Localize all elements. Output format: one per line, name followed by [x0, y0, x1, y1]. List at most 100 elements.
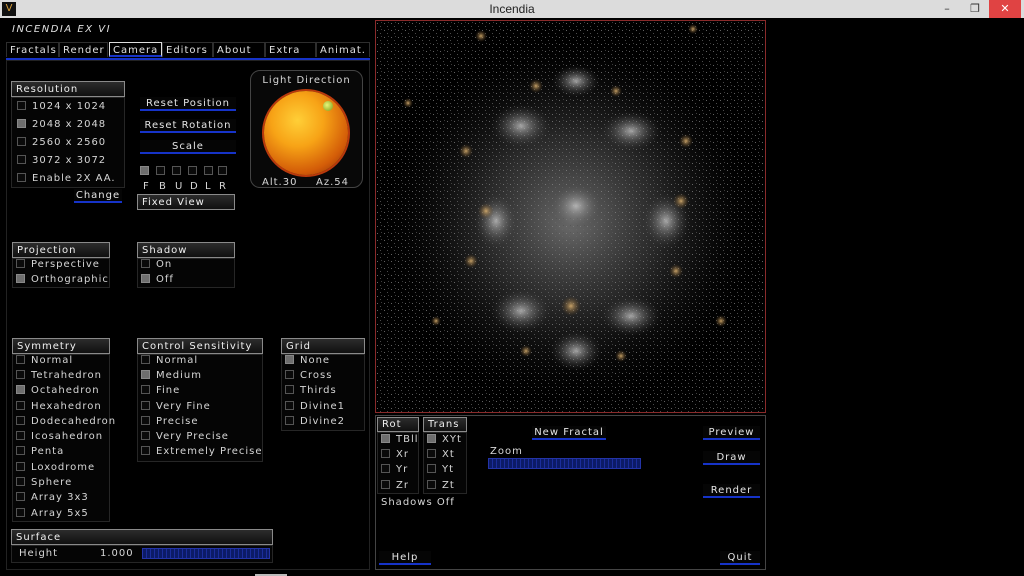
tab-render[interactable]: Render: [59, 42, 108, 57]
checkbox-icon[interactable]: [141, 415, 150, 425]
grid-none[interactable]: None: [285, 354, 330, 368]
enable-2x-aa-option[interactable]: Enable 2X AA.: [17, 172, 116, 186]
symmetry-icosahedron[interactable]: Icosahedron: [16, 430, 103, 444]
maximize-button[interactable]: ❐: [963, 0, 987, 18]
checkbox-icon[interactable]: [381, 448, 390, 458]
tab-animat[interactable]: Animat.: [316, 42, 370, 57]
checkbox-checked-icon[interactable]: [17, 118, 26, 128]
checkbox-checked-icon[interactable]: [381, 433, 390, 443]
scale-button[interactable]: Scale: [140, 140, 236, 154]
symmetry-array-5x5[interactable]: Array 5x5: [16, 507, 89, 521]
checkbox-icon[interactable]: [16, 445, 25, 455]
trans-xt[interactable]: Xt: [427, 448, 455, 462]
checkbox-icon[interactable]: [141, 258, 150, 268]
light-direction-sphere[interactable]: [264, 91, 348, 175]
grid-divine1[interactable]: Divine1: [285, 400, 345, 414]
checkbox-icon[interactable]: [427, 463, 436, 473]
checkbox-icon[interactable]: [16, 461, 25, 471]
rot-zr[interactable]: Zr: [381, 479, 409, 493]
sensitivity-very-fine[interactable]: Very Fine: [141, 400, 211, 414]
checkbox-icon[interactable]: [17, 100, 26, 110]
view-flag-l[interactable]: [204, 165, 219, 177]
checkbox-icon[interactable]: [188, 165, 197, 175]
tab-camera[interactable]: Camera: [109, 42, 162, 57]
symmetry-tetrahedron[interactable]: Tetrahedron: [16, 369, 102, 383]
reset-rotation-button[interactable]: Reset Rotation: [140, 119, 236, 133]
surface-height-slider[interactable]: [142, 548, 270, 559]
checkbox-icon[interactable]: [285, 384, 294, 394]
checkbox-icon[interactable]: [16, 415, 25, 425]
symmetry-sphere[interactable]: Sphere: [16, 476, 72, 490]
resolution-option-2048[interactable]: 2048 x 2048: [17, 118, 106, 132]
tab-fractals[interactable]: Fractals: [6, 42, 59, 57]
fixed-view-header[interactable]: Fixed View: [137, 194, 235, 210]
checkbox-icon[interactable]: [285, 369, 294, 379]
checkbox-icon[interactable]: [17, 154, 26, 164]
sensitivity-normal[interactable]: Normal: [141, 354, 198, 368]
tab-editors[interactable]: Editors: [162, 42, 213, 57]
symmetry-hexahedron[interactable]: Hexahedron: [16, 400, 102, 414]
projection-orthographic[interactable]: Orthographic: [16, 273, 109, 287]
sensitivity-medium[interactable]: Medium: [141, 369, 202, 383]
change-button[interactable]: Change: [74, 189, 122, 203]
resolution-option-1024[interactable]: 1024 x 1024: [17, 100, 106, 114]
checkbox-icon[interactable]: [218, 165, 227, 175]
checkbox-icon[interactable]: [141, 430, 150, 440]
checkbox-icon[interactable]: [204, 165, 213, 175]
checkbox-checked-icon[interactable]: [16, 273, 25, 283]
projection-perspective[interactable]: Perspective: [16, 258, 100, 272]
checkbox-icon[interactable]: [16, 476, 25, 486]
checkbox-icon[interactable]: [16, 258, 25, 268]
checkbox-icon[interactable]: [141, 384, 150, 394]
view-flag-f[interactable]: [140, 165, 155, 177]
checkbox-icon[interactable]: [427, 479, 436, 489]
symmetry-normal[interactable]: Normal: [16, 354, 73, 368]
resolution-option-3072[interactable]: 3072 x 3072: [17, 154, 106, 168]
view-flag-d[interactable]: [188, 165, 203, 177]
checkbox-icon[interactable]: [172, 165, 181, 175]
checkbox-icon[interactable]: [381, 463, 390, 473]
checkbox-icon[interactable]: [381, 479, 390, 489]
checkbox-icon[interactable]: [285, 400, 294, 410]
checkbox-icon[interactable]: [141, 354, 150, 364]
checkbox-icon[interactable]: [16, 507, 25, 517]
grid-cross[interactable]: Cross: [285, 369, 332, 383]
reset-position-button[interactable]: Reset Position: [140, 97, 236, 111]
new-fractal-button[interactable]: New Fractal: [532, 426, 606, 440]
symmetry-loxodrome[interactable]: Loxodrome: [16, 461, 95, 475]
help-button[interactable]: Help: [379, 551, 431, 565]
trans-zt[interactable]: Zt: [427, 479, 455, 493]
checkbox-checked-icon[interactable]: [427, 433, 436, 443]
symmetry-octahedron[interactable]: Octahedron: [16, 384, 100, 398]
view-flag-r[interactable]: [218, 165, 233, 177]
fractal-viewport[interactable]: [375, 20, 766, 413]
checkbox-checked-icon[interactable]: [16, 384, 25, 394]
checkbox-icon[interactable]: [141, 445, 150, 455]
symmetry-array-3x3[interactable]: Array 3x3: [16, 491, 89, 505]
rot-tbll[interactable]: TBll: [381, 433, 419, 447]
tab-about[interactable]: About: [213, 42, 265, 57]
grid-thirds[interactable]: Thirds: [285, 384, 337, 398]
tab-extra[interactable]: Extra: [265, 42, 316, 57]
view-flag-b[interactable]: [156, 165, 171, 177]
checkbox-icon[interactable]: [16, 354, 25, 364]
checkbox-icon[interactable]: [16, 491, 25, 501]
trans-yt[interactable]: Yt: [427, 463, 454, 477]
render-button[interactable]: Render: [703, 484, 760, 498]
sensitivity-extremely-precise[interactable]: Extremely Precise: [141, 445, 263, 459]
checkbox-icon[interactable]: [17, 172, 26, 182]
symmetry-dodecahedron[interactable]: Dodecahedron: [16, 415, 116, 429]
sensitivity-precise[interactable]: Precise: [141, 415, 199, 429]
checkbox-icon[interactable]: [16, 400, 25, 410]
light-handle-icon[interactable]: [323, 101, 333, 111]
checkbox-checked-icon[interactable]: [285, 354, 294, 364]
view-flag-u[interactable]: [172, 165, 187, 177]
draw-button[interactable]: Draw: [703, 451, 760, 465]
zoom-slider[interactable]: [488, 458, 641, 469]
grid-divine2[interactable]: Divine2: [285, 415, 345, 429]
sensitivity-very-precise[interactable]: Very Precise: [141, 430, 229, 444]
checkbox-icon[interactable]: [427, 448, 436, 458]
checkbox-icon[interactable]: [16, 369, 25, 379]
shadow-off[interactable]: Off: [141, 273, 174, 287]
checkbox-icon[interactable]: [156, 165, 165, 175]
